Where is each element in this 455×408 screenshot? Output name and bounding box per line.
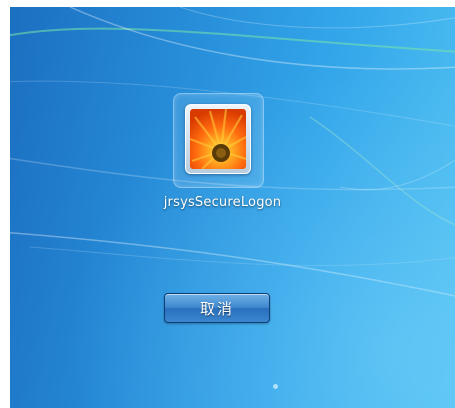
status-dot <box>273 384 278 389</box>
user-picture-frame[interactable] <box>185 104 251 174</box>
flower-icon <box>190 109 246 169</box>
username-label: jrsysSecureLogon <box>163 195 282 210</box>
cancel-button[interactable]: 取消 <box>164 293 270 323</box>
